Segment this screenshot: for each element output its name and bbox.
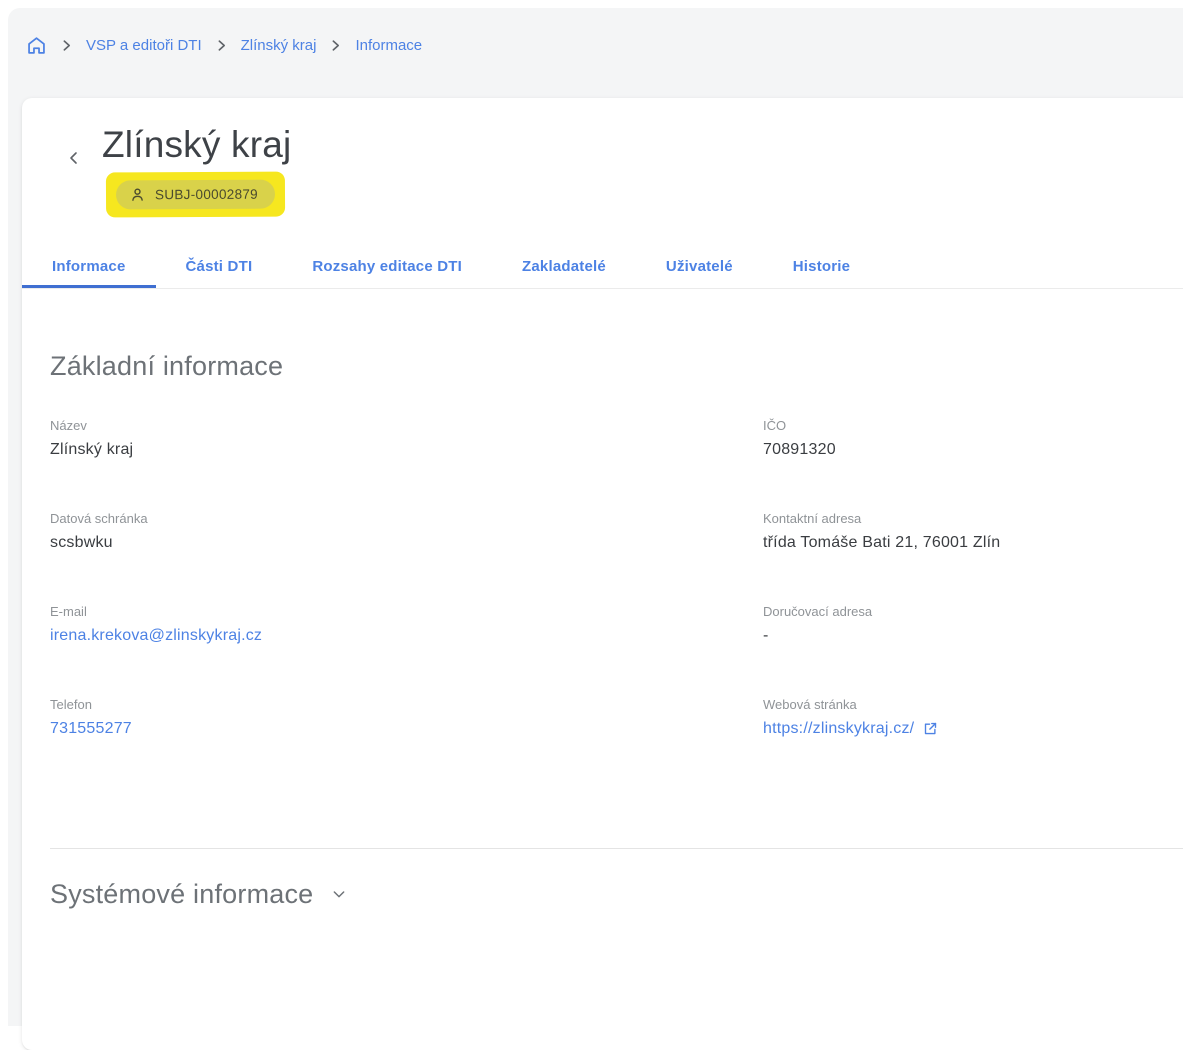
breadcrumb-link-vsp[interactable]: VSP a editoři DTI (86, 37, 202, 54)
section-divider (50, 848, 1183, 849)
section-title-system-info: Systémové informace (50, 879, 313, 910)
field-label: Telefon (50, 697, 763, 712)
breadcrumb-link-informace[interactable]: Informace (355, 37, 422, 54)
tab-content: Základní informace Název Zlínský kraj IČ… (22, 351, 1183, 910)
subject-id-row: SUBJ-00002879 (106, 172, 1183, 217)
tab-casti-dti[interactable]: Části DTI (156, 243, 283, 288)
field-telefon: Telefon 731555277 (50, 697, 763, 738)
subject-detail-card: Zlínský kraj SUBJ-00002879 Informace Čás… (22, 98, 1183, 1050)
page-header: Zlínský kraj (22, 112, 1183, 167)
basic-info-grid: Název Zlínský kraj IČO 70891320 Datová s… (50, 418, 1183, 790)
tab-bar: Informace Části DTI Rozsahy editace DTI … (22, 243, 1183, 289)
field-label: Název (50, 418, 763, 433)
breadcrumb-link-subject[interactable]: Zlínský kraj (241, 37, 317, 54)
field-label: Doručovací adresa (763, 604, 1183, 619)
home-icon[interactable] (26, 35, 47, 56)
breadcrumb: VSP a editoři DTI Zlínský kraj Informace (8, 8, 1183, 82)
tab-informace[interactable]: Informace (22, 243, 156, 288)
chevron-right-icon (215, 39, 228, 52)
field-datova-schranka: Datová schránka scsbwku (50, 511, 763, 552)
field-label: Datová schránka (50, 511, 763, 526)
page-title: Zlínský kraj (102, 124, 291, 167)
tab-zakladatele[interactable]: Zakladatelé (492, 243, 636, 288)
back-button[interactable] (66, 150, 82, 166)
page-background-panel: VSP a editoři DTI Zlínský kraj Informace… (8, 8, 1183, 1026)
field-webova-stranka: Webová stránka https://zlinskykraj.cz/ (763, 697, 1183, 738)
field-kontaktni-adresa: Kontaktní adresa třída Tomáše Bati 21, 7… (763, 511, 1183, 552)
person-icon (129, 186, 146, 203)
phone-link[interactable]: 731555277 (50, 720, 132, 737)
field-ico: IČO 70891320 (763, 418, 1183, 459)
chevron-right-icon (329, 39, 342, 52)
website-link[interactable]: https://zlinskykraj.cz/ (763, 720, 914, 738)
chevron-right-icon (60, 39, 73, 52)
email-link[interactable]: irena.krekova@zlinskykraj.cz (50, 627, 262, 644)
tab-rozsahy-editace-dti[interactable]: Rozsahy editace DTI (282, 243, 492, 288)
tab-uzivatele[interactable]: Uživatelé (636, 243, 763, 288)
subject-id-label: SUBJ-00002879 (155, 186, 258, 202)
system-info-section-header[interactable]: Systémové informace (50, 879, 1183, 910)
tab-historie[interactable]: Historie (763, 243, 880, 288)
field-value: 70891320 (763, 441, 1183, 459)
subject-id-badge: SUBJ-00002879 (116, 179, 275, 209)
section-title-basic-info: Základní informace (50, 351, 1183, 382)
field-nazev: Název Zlínský kraj (50, 418, 763, 459)
field-label: IČO (763, 418, 1183, 433)
field-value: Zlínský kraj (50, 441, 763, 459)
field-value: scsbwku (50, 534, 763, 552)
field-label: Webová stránka (763, 697, 1183, 712)
field-dorucovaci-adresa: Doručovací adresa - (763, 604, 1183, 645)
field-label: E-mail (50, 604, 763, 619)
yellow-highlight-annotation: SUBJ-00002879 (106, 171, 285, 217)
field-email: E-mail irena.krekova@zlinskykraj.cz (50, 604, 763, 645)
open-in-new-icon[interactable] (923, 721, 938, 736)
chevron-down-icon[interactable] (331, 886, 347, 902)
field-value: třída Tomáše Bati 21, 76001 Zlín (763, 534, 1183, 552)
field-label: Kontaktní adresa (763, 511, 1183, 526)
field-value: - (763, 627, 1183, 645)
